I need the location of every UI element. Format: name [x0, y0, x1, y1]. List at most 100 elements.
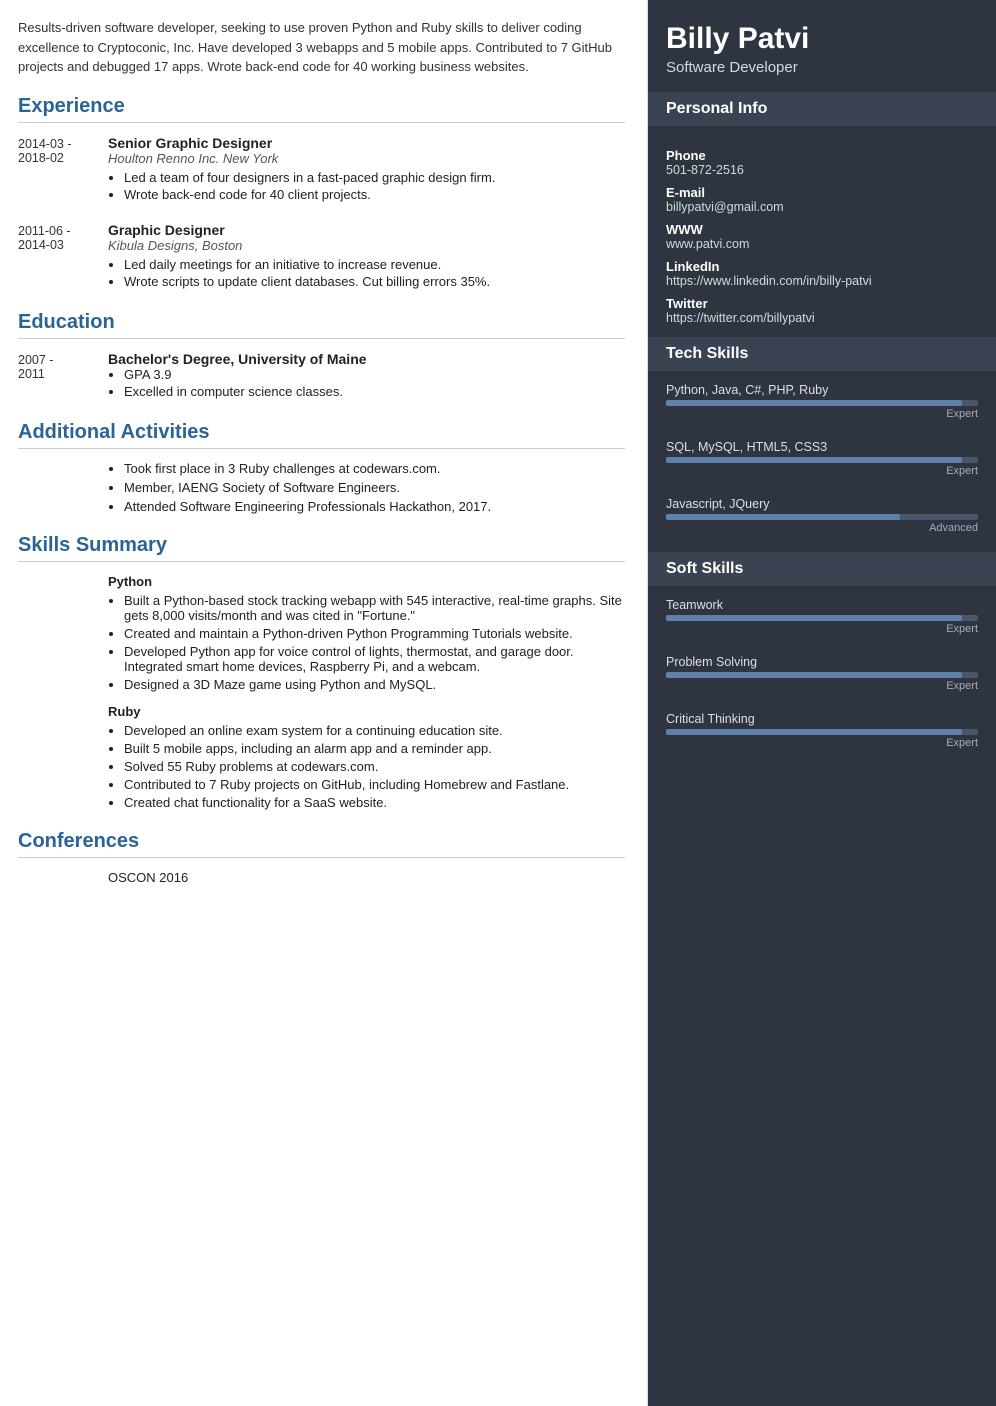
bullet: Contributed to 7 Ruby projects on GitHub…	[124, 777, 625, 792]
summary-text: Results-driven software developer, seeki…	[18, 18, 625, 77]
tech-skills-title: Tech Skills	[648, 337, 996, 371]
ruby-bullets: Developed an online exam system for a co…	[108, 723, 625, 810]
personal-info-section: Personal Info Phone 501-872-2516 E-mail …	[648, 92, 996, 337]
email-value: billypatvi@gmail.com	[666, 200, 978, 214]
phone-label: Phone	[666, 148, 978, 163]
tech-skill-3: Javascript, JQuery Advanced	[648, 495, 996, 552]
soft-skill-bar-bg-3	[666, 729, 978, 735]
bullet: Built a Python-based stock tracking weba…	[124, 593, 625, 623]
skills-summary-title: Skills Summary	[18, 534, 625, 562]
tech-skill-level-2: Expert	[666, 465, 978, 477]
python-subtitle: Python	[108, 574, 625, 589]
tech-skill-level-3: Advanced	[666, 522, 978, 534]
twitter-value: https://twitter.com/billypatvi	[666, 311, 978, 325]
www-value: www.patvi.com	[666, 237, 978, 251]
conferences-title: Conferences	[18, 830, 625, 858]
edu-degree-1: Bachelor's Degree, University of Maine	[108, 351, 625, 367]
soft-skill-3: Critical Thinking Expert	[648, 710, 996, 767]
tech-skill-bar-fill-2	[666, 457, 962, 463]
bullet: Took first place in 3 Ruby challenges at…	[124, 461, 625, 476]
soft-skill-bar-bg-1	[666, 615, 978, 621]
skills-summary-section: Skills Summary Python Built a Python-bas…	[18, 534, 625, 810]
tech-skill-2: SQL, MySQL, HTML5, CSS3 Expert	[648, 438, 996, 495]
exp-entry-2: 2011-06 - 2014-03 Graphic Designer Kibul…	[18, 222, 625, 291]
soft-skill-name-2: Problem Solving	[666, 655, 978, 669]
exp-company-1: Houlton Renno Inc. New York	[108, 151, 625, 166]
linkedin-label: LinkedIn	[666, 259, 978, 274]
tech-skill-name-2: SQL, MySQL, HTML5, CSS3	[666, 440, 978, 454]
ruby-subsection: Ruby Developed an online exam system for…	[108, 704, 625, 810]
soft-skill-bar-fill-3	[666, 729, 962, 735]
bullet: Designed a 3D Maze game using Python and…	[124, 677, 625, 692]
bullet: Built 5 mobile apps, including an alarm …	[124, 741, 625, 756]
bullet: Member, IAENG Society of Software Engine…	[124, 480, 625, 495]
edu-bullets-1: GPA 3.9 Excelled in computer science cla…	[108, 367, 625, 399]
bullet: Attended Software Engineering Profession…	[124, 499, 625, 514]
bullet: Solved 55 Ruby problems at codewars.com.	[124, 759, 625, 774]
candidate-name: Billy Patvi	[666, 22, 978, 55]
exp-title-2: Graphic Designer	[108, 222, 625, 238]
python-subsection: Python Built a Python-based stock tracki…	[108, 574, 625, 692]
email-label: E-mail	[666, 185, 978, 200]
ruby-subtitle: Ruby	[108, 704, 625, 719]
education-title: Education	[18, 311, 625, 339]
tech-skill-name-1: Python, Java, C#, PHP, Ruby	[666, 383, 978, 397]
twitter-label: Twitter	[666, 296, 978, 311]
right-column: Billy Patvi Software Developer Personal …	[648, 0, 996, 1406]
exp-date-1: 2014-03 - 2018-02	[18, 135, 108, 204]
experience-section: Experience 2014-03 - 2018-02 Senior Grap…	[18, 95, 625, 291]
bullet: Developed an online exam system for a co…	[124, 723, 625, 738]
tech-skill-bar-bg-2	[666, 457, 978, 463]
exp-company-2: Kibula Designs, Boston	[108, 238, 625, 253]
exp-content-1: Senior Graphic Designer Houlton Renno In…	[108, 135, 625, 204]
additional-activities-section: Additional Activities Took first place i…	[18, 421, 625, 514]
tech-skills-section: Tech Skills Python, Java, C#, PHP, Ruby …	[648, 337, 996, 552]
exp-entry-1: 2014-03 - 2018-02 Senior Graphic Designe…	[18, 135, 625, 204]
tech-skill-1: Python, Java, C#, PHP, Ruby Expert	[648, 381, 996, 438]
right-header: Billy Patvi Software Developer	[648, 0, 996, 92]
soft-skill-bar-fill-1	[666, 615, 962, 621]
tech-skill-name-3: Javascript, JQuery	[666, 497, 978, 511]
soft-skill-2: Problem Solving Expert	[648, 653, 996, 710]
edu-content-1: Bachelor's Degree, University of Maine G…	[108, 351, 625, 401]
bullet: Led daily meetings for an initiative to …	[124, 257, 625, 272]
activities-bullets: Took first place in 3 Ruby challenges at…	[108, 461, 625, 514]
soft-skill-1: Teamwork Expert	[648, 596, 996, 653]
linkedin-value: https://www.linkedin.com/in/billy-patvi	[666, 274, 978, 288]
conferences-section: Conferences OSCON 2016	[18, 830, 625, 885]
soft-skills-section: Soft Skills Teamwork Expert Problem Solv…	[648, 552, 996, 767]
bullet: Led a team of four designers in a fast-p…	[124, 170, 625, 185]
soft-skill-bar-bg-2	[666, 672, 978, 678]
bullet: Created and maintain a Python-driven Pyt…	[124, 626, 625, 641]
soft-skill-bar-fill-2	[666, 672, 962, 678]
bullet: Excelled in computer science classes.	[124, 384, 625, 399]
exp-date-2: 2011-06 - 2014-03	[18, 222, 108, 291]
soft-skill-name-1: Teamwork	[666, 598, 978, 612]
bullet: GPA 3.9	[124, 367, 625, 382]
personal-info-title: Personal Info	[648, 92, 996, 126]
soft-skills-title: Soft Skills	[648, 552, 996, 586]
education-section: Education 2007 - 2011 Bachelor's Degree,…	[18, 311, 625, 401]
exp-bullets-1: Led a team of four designers in a fast-p…	[108, 170, 625, 202]
bullet: Developed Python app for voice control o…	[124, 644, 625, 674]
candidate-title: Software Developer	[666, 59, 978, 76]
soft-skill-level-1: Expert	[666, 623, 978, 635]
soft-skill-level-2: Expert	[666, 680, 978, 692]
tech-skill-bar-fill-3	[666, 514, 900, 520]
edu-entry-1: 2007 - 2011 Bachelor's Degree, Universit…	[18, 351, 625, 401]
left-column: Results-driven software developer, seeki…	[0, 0, 648, 1406]
exp-title-1: Senior Graphic Designer	[108, 135, 625, 151]
soft-skill-level-3: Expert	[666, 737, 978, 749]
exp-content-2: Graphic Designer Kibula Designs, Boston …	[108, 222, 625, 291]
edu-date-1: 2007 - 2011	[18, 351, 108, 401]
www-label: WWW	[666, 222, 978, 237]
personal-info-block: Phone 501-872-2516 E-mail billypatvi@gma…	[648, 136, 996, 337]
bullet: Wrote scripts to update client databases…	[124, 274, 625, 289]
tech-skill-bar-fill-1	[666, 400, 962, 406]
tech-skill-bar-bg-3	[666, 514, 978, 520]
tech-skill-level-1: Expert	[666, 408, 978, 420]
conference-item-1: OSCON 2016	[108, 870, 625, 885]
soft-skill-name-3: Critical Thinking	[666, 712, 978, 726]
additional-activities-title: Additional Activities	[18, 421, 625, 449]
python-bullets: Built a Python-based stock tracking weba…	[108, 593, 625, 692]
